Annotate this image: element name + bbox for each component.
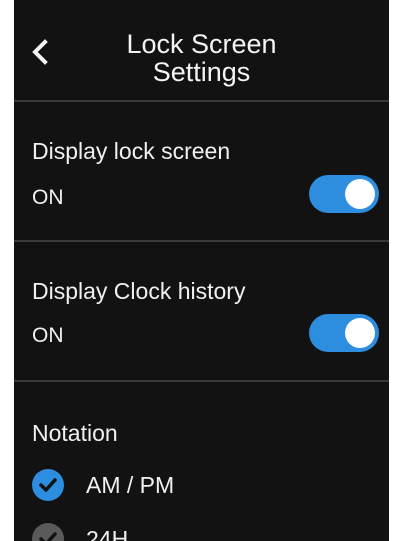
notation-option-24h[interactable]: 24H: [32, 522, 128, 541]
divider: [14, 380, 389, 382]
setting-state: ON: [32, 324, 64, 347]
page-title: Lock Screen Settings: [126, 29, 277, 87]
setting-label: Display lock screen: [32, 138, 231, 164]
toggle-knob: [345, 318, 375, 348]
setting-display-clock-history: Display Clock history ON: [14, 242, 389, 380]
header: Lock Screen Settings: [14, 0, 389, 100]
toggle-knob: [345, 179, 375, 209]
lock-screen-settings-screen: Lock Screen Settings Display lock screen…: [14, 0, 389, 541]
check-circle-icon: [32, 469, 64, 501]
notation-label: Notation: [32, 420, 118, 446]
back-button[interactable]: [22, 32, 58, 72]
setting-display-lock-screen: Display lock screen ON: [14, 102, 389, 240]
check-circle-icon: [32, 523, 64, 541]
display-clock-history-toggle[interactable]: [309, 314, 379, 352]
chevron-left-icon: [32, 39, 48, 65]
notation-option-ampm[interactable]: AM / PM: [32, 468, 174, 502]
setting-state: ON: [32, 186, 64, 209]
option-label: AM / PM: [86, 471, 175, 498]
option-label: 24H: [86, 525, 129, 541]
setting-label: Display Clock history: [32, 278, 246, 304]
display-lock-screen-toggle[interactable]: [309, 175, 379, 213]
